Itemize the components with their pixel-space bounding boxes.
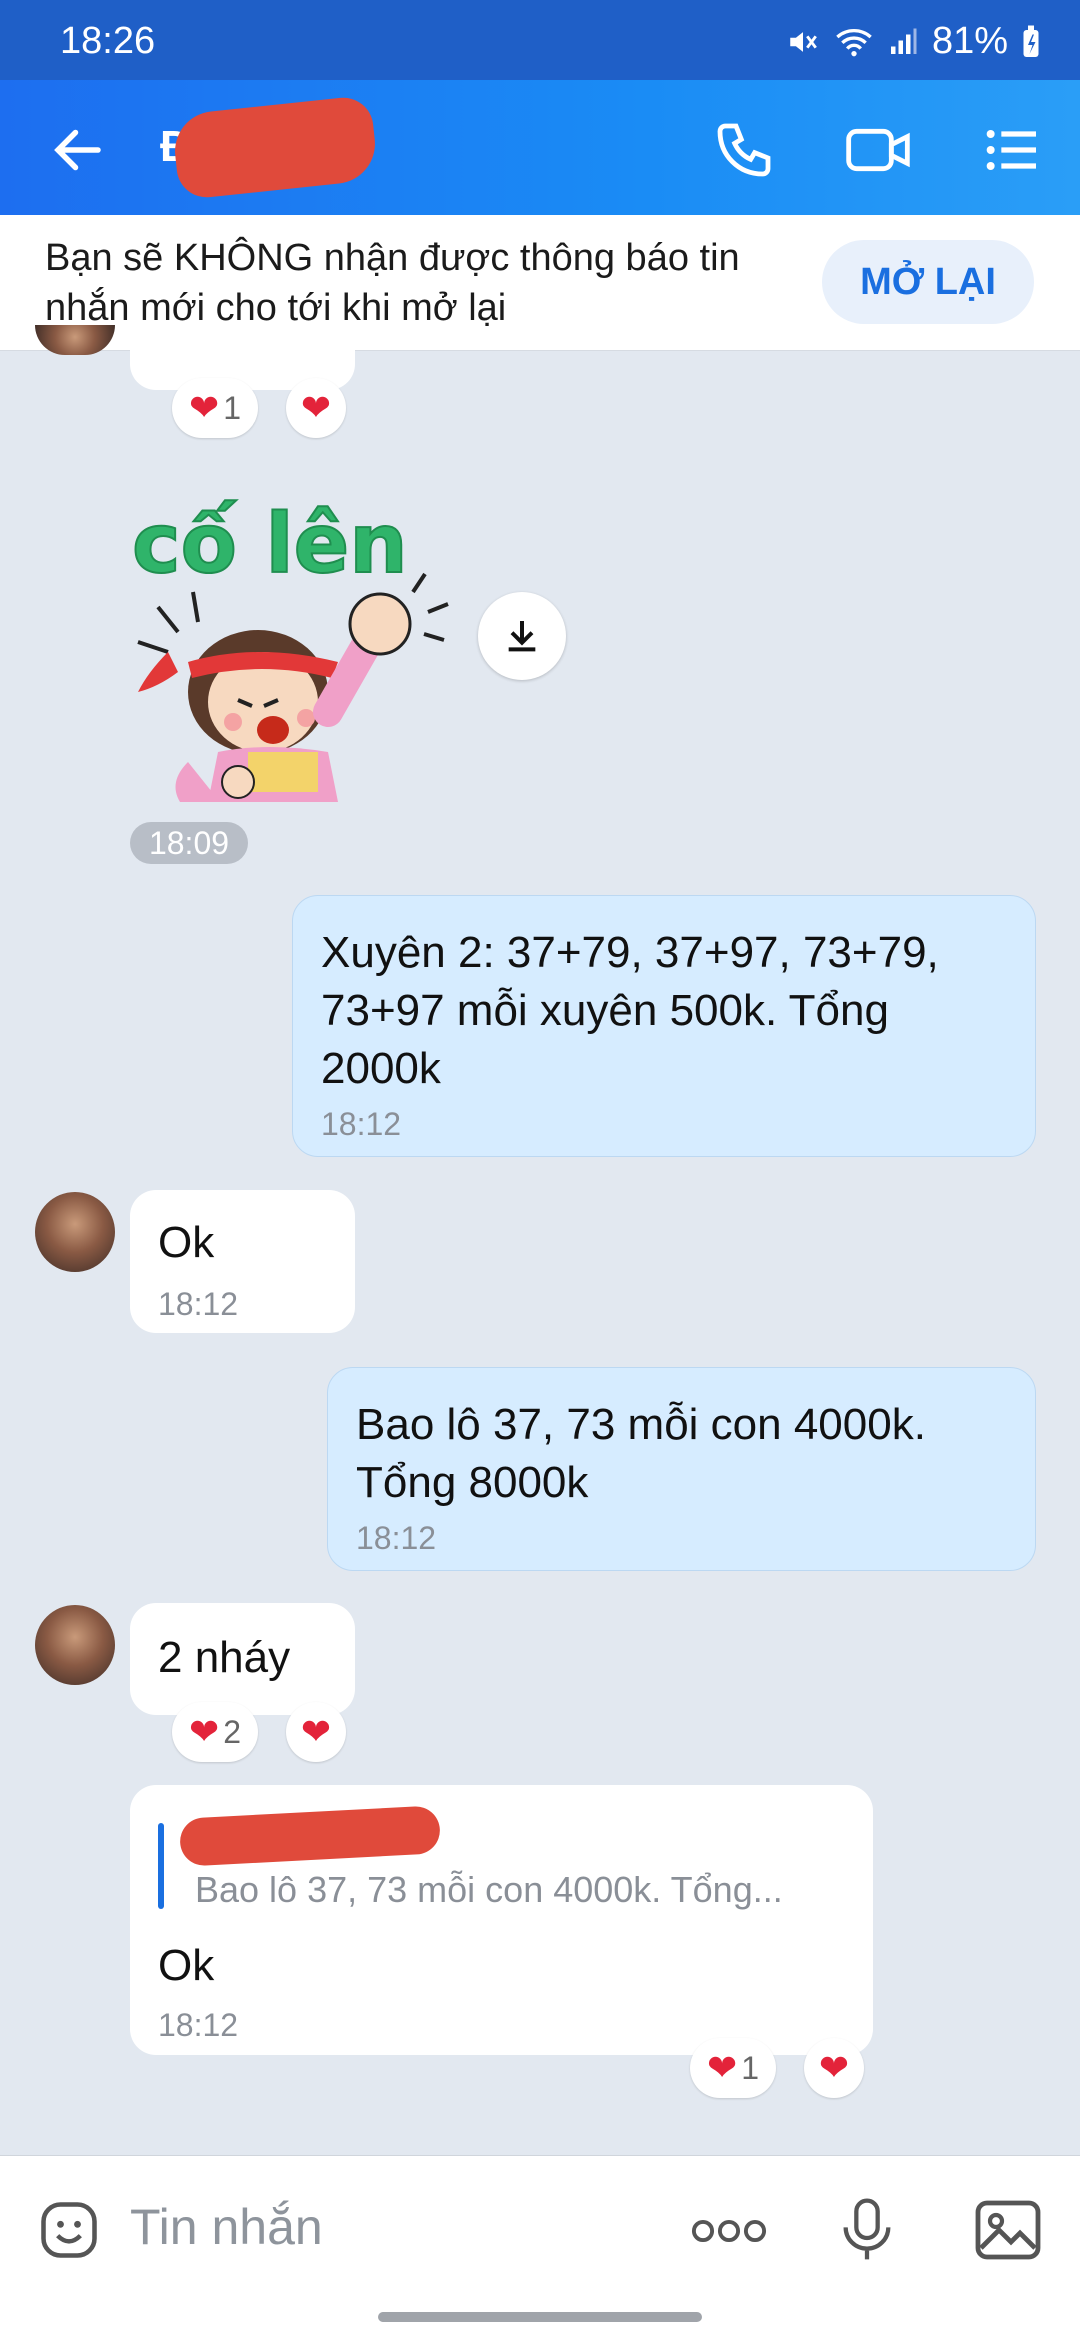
reaction-count: 1 (741, 2049, 759, 2086)
incoming-message[interactable]: 2 nháy (130, 1603, 355, 1715)
outgoing-message[interactable]: Bao lô 37, 73 mỗi con 4000k. Tổng 8000k … (327, 1367, 1036, 1571)
download-button[interactable] (478, 592, 566, 680)
message-text: Ok (158, 1218, 215, 1267)
outgoing-message[interactable]: Xuyên 2: 37+79, 37+97, 73+79, 73+97 mỗi … (292, 895, 1036, 1157)
quote-text[interactable]: Bao lô 37, 73 mỗi con 4000k. Tổng... (195, 1869, 855, 1911)
wifi-icon (836, 28, 872, 56)
react-button[interactable]: ❤ (286, 378, 346, 438)
message-time: 18:12 (321, 1106, 402, 1142)
message-text: Ok (158, 1941, 215, 1990)
message-time: 18:12 (158, 1286, 239, 1322)
image-icon[interactable] (972, 2194, 1044, 2266)
reaction-summary[interactable]: ❤ 1 (690, 2038, 776, 2098)
sticker-image[interactable]: cố lên (128, 462, 468, 802)
emoji-icon[interactable] (35, 2196, 103, 2264)
battery-percent: 81% (931, 20, 1008, 62)
unmute-button[interactable]: MỞ LẠI (822, 240, 1034, 324)
message-text: Bao lô 37, 73 mỗi con 4000k. Tổng 8000k (356, 1400, 926, 1507)
avatar[interactable] (35, 1192, 115, 1272)
download-icon (508, 621, 536, 652)
home-indicator[interactable] (378, 2312, 702, 2322)
message-input[interactable]: Tin nhắn (130, 2198, 323, 2256)
redaction-mark (171, 94, 379, 201)
reaction-summary[interactable]: ❤ 1 (172, 378, 258, 438)
message-time-chip: 18:09 (130, 822, 248, 864)
message-text: Xuyên 2: 37+79, 37+97, 73+79, 73+97 mỗi … (321, 928, 939, 1093)
chat-header: Đa (0, 80, 1080, 215)
reaction-summary[interactable]: ❤ 2 (172, 1702, 258, 1762)
reaction-count: 2 (223, 1713, 241, 1750)
phone-icon[interactable] (712, 118, 776, 182)
heart-icon: ❤ (189, 1711, 220, 1752)
menu-icon[interactable] (980, 118, 1044, 182)
heart-icon: ❤ (300, 387, 332, 428)
message-text: 2 nháy (158, 1633, 291, 1682)
avatar[interactable] (35, 1605, 115, 1685)
battery-icon (1023, 25, 1039, 57)
status-icons: 81% (786, 20, 1040, 63)
sticker-text: cố lên (132, 497, 408, 592)
react-button[interactable]: ❤ (804, 2038, 864, 2098)
microphone-icon[interactable] (835, 2194, 899, 2266)
quote-bar (158, 1823, 164, 1909)
react-button[interactable]: ❤ (286, 1702, 346, 1762)
message-time: 18:12 (158, 2007, 239, 2043)
incoming-message[interactable]: Ok 18:12 (130, 1190, 355, 1333)
signal-icon (890, 28, 917, 54)
heart-icon: ❤ (300, 1711, 332, 1752)
mute-notice-text: Bạn sẽ KHÔNG nhận được thông báo tin nhắ… (45, 237, 740, 329)
more-icon[interactable] (690, 2211, 768, 2251)
mute-notice-banner: Bạn sẽ KHÔNG nhận được thông báo tin nhắ… (0, 215, 1080, 351)
reaction-count: 1 (223, 389, 241, 426)
video-call-icon[interactable] (842, 118, 914, 182)
mute-icon (790, 31, 817, 52)
heart-icon: ❤ (189, 387, 220, 428)
status-time: 18:26 (60, 20, 156, 62)
status-bar: 18:26 81% (0, 0, 1080, 80)
message-time: 18:12 (356, 1520, 437, 1556)
back-arrow-icon[interactable] (48, 120, 108, 180)
heart-icon: ❤ (818, 2047, 850, 2088)
heart-icon: ❤ (707, 2047, 738, 2088)
